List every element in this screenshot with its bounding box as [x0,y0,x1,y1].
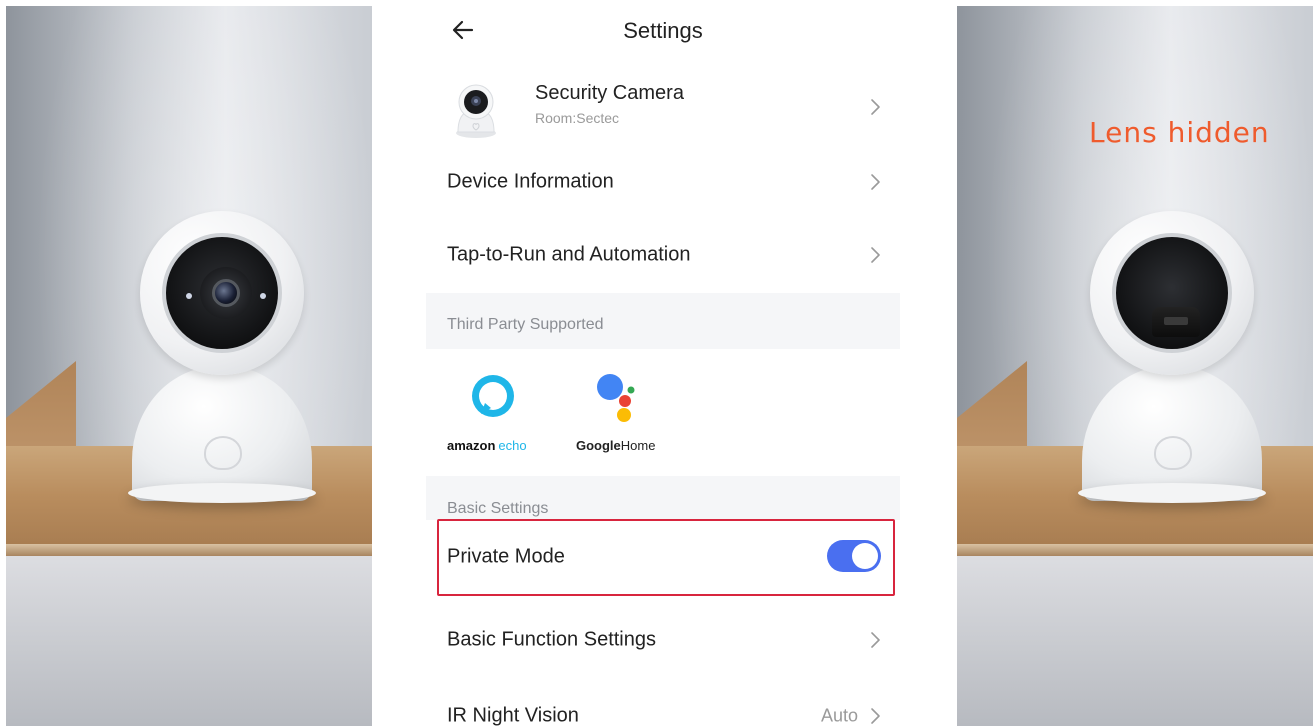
chevron-right-icon [871,99,880,115]
private-mode-toggle[interactable] [827,540,881,572]
echo-product: echo [498,438,527,453]
lens-hidden-caption: Lens hidden [1089,116,1270,149]
device-name: Security Camera [535,82,684,104]
chevron-right-icon [871,632,880,648]
row-label: IR Night Vision [447,704,579,726]
camera-head [1090,211,1254,375]
heart-emblem [204,436,242,470]
row-label: Tap-to-Run and Automation [447,243,691,266]
chevron-right-icon [871,708,880,724]
alexa-ring-icon [472,375,514,417]
toggle-knob [852,543,878,569]
device-information-row[interactable]: Device Information [426,146,900,218]
camera-face [162,233,282,353]
device-room: Room:Sectec [535,110,620,126]
light-sensor-dot [186,293,192,299]
google-home-label: GoogleHome [576,438,655,453]
row-label: Basic Function Settings [447,628,656,651]
camera-thumbnail-icon [456,84,496,138]
tap-to-run-row[interactable]: Tap-to-Run and Automation [426,219,900,291]
ir-night-vision-row[interactable]: IR Night Vision Auto [426,680,900,726]
camera-foot [1078,483,1266,503]
hidden-lens-slot [1152,307,1200,337]
section-title: Third Party Supported [447,316,604,333]
top-bar: Settings [426,0,900,62]
shelf-edge [957,544,1313,556]
third-party-section-header: Third Party Supported [426,293,900,349]
cabinet-front [6,556,372,726]
chevron-right-icon [871,247,880,263]
third-party-integrations: amazon echo GoogleHome [426,350,900,476]
row-label: Device Information [447,170,614,193]
camera-head [140,211,304,375]
camera-lens [212,279,240,307]
basic-settings-section-header: Basic Settings [426,476,900,520]
camera-foot [128,483,316,503]
page-title: Settings [623,18,703,43]
settings-screen: Settings Security Camera Room:Sectec Dev… [426,0,900,726]
heart-emblem [1154,436,1192,470]
google-brand: Google [576,438,621,453]
camera-photo-lens-visible [6,6,372,726]
device-header-row[interactable]: Security Camera Room:Sectec [426,66,900,148]
section-title: Basic Settings [447,500,549,517]
google-assistant-icon [597,374,635,422]
camera-face-hidden [1112,233,1232,353]
amazon-echo-label: amazon echo [447,438,527,453]
camera-photo-lens-hidden [957,6,1313,726]
home-product: Home [620,438,656,453]
ir-led-dot [260,293,266,299]
chevron-right-icon [871,174,880,190]
basic-function-settings-row[interactable]: Basic Function Settings [426,604,900,676]
ir-night-vision-value: Auto [820,705,858,726]
lens-mount [200,267,252,319]
amazon-brand: amazon [447,438,496,453]
cabinet-front [957,556,1313,726]
shelf-edge [6,544,372,556]
